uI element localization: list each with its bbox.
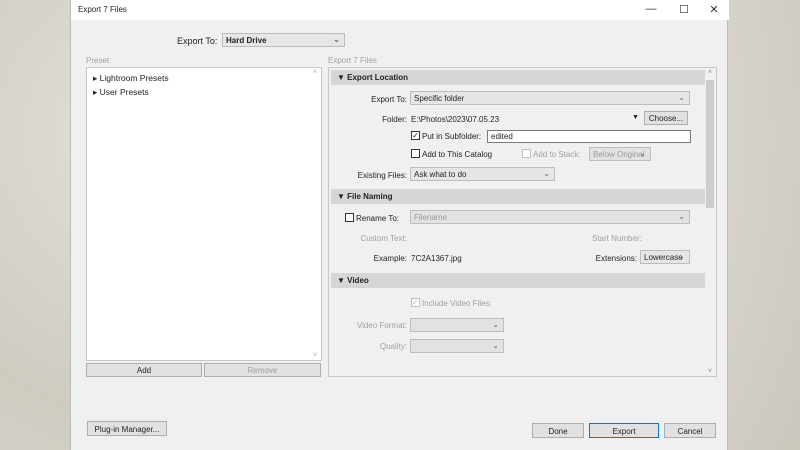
export-to-value: Hard Drive bbox=[226, 36, 267, 45]
chevron-down-icon: ⌄ bbox=[543, 169, 550, 178]
extensions-dropdown[interactable]: Lowercase ⌄ bbox=[640, 250, 690, 264]
dropdown-value: Below Original bbox=[593, 150, 645, 159]
dropdown-value: Ask what to do bbox=[414, 170, 467, 179]
video-format-label: Video Format: bbox=[356, 321, 407, 330]
custom-text-label: Custom Text: bbox=[360, 234, 407, 243]
chevron-down-icon: ⌄ bbox=[678, 252, 685, 261]
quality-label: Quality: bbox=[379, 342, 407, 351]
folder-history-icon[interactable]: ▼ bbox=[632, 114, 639, 121]
example-label: Example: bbox=[373, 254, 407, 263]
export-dialog: Export 7 Files — ☐ ✕ Export To: Hard Dri… bbox=[70, 0, 729, 450]
folder-path: E:\Photos\2023\07.05.23 bbox=[411, 115, 500, 124]
chevron-down-icon: ⌄ bbox=[678, 212, 685, 221]
location-export-to-dropdown[interactable]: Specific folder ⌄ bbox=[410, 91, 690, 105]
preset-item-label: User Presets bbox=[99, 87, 149, 97]
video-header[interactable]: ▼ Video bbox=[331, 273, 705, 288]
preset-label: Preset: bbox=[86, 56, 112, 65]
video-format-dropdown[interactable]: ⌄ bbox=[410, 318, 504, 332]
export-to-dropdown[interactable]: Hard Drive ⌄ bbox=[222, 33, 345, 47]
dialog-title: Export 7 Files bbox=[78, 5, 127, 14]
remove-preset-button[interactable]: Remove bbox=[204, 363, 321, 377]
rename-label: Rename To: bbox=[356, 214, 399, 223]
preset-item-label: Lightroom Presets bbox=[99, 73, 169, 83]
include-video-label: Include Video Files: bbox=[422, 299, 492, 308]
rename-dropdown[interactable]: Filename ⌄ bbox=[410, 210, 690, 224]
choose-folder-button[interactable]: Choose... bbox=[644, 111, 688, 125]
done-button[interactable]: Done bbox=[532, 423, 584, 438]
add-catalog-checkbox[interactable] bbox=[411, 149, 420, 158]
stack-dropdown[interactable]: Below Original ⌄ bbox=[589, 147, 651, 161]
quality-dropdown[interactable]: ⌄ bbox=[410, 339, 504, 353]
rename-checkbox[interactable] bbox=[345, 213, 354, 222]
example-value: 7C2A1367.jpg bbox=[411, 254, 462, 263]
extensions-label: Extensions: bbox=[595, 254, 637, 263]
chevron-down-icon: ⌄ bbox=[492, 320, 499, 329]
add-catalog-label: Add to This Catalog bbox=[422, 150, 493, 159]
cancel-button[interactable]: Cancel bbox=[664, 423, 716, 438]
chevron-down-icon: ⌄ bbox=[492, 341, 499, 350]
scrollbar-thumb[interactable] bbox=[706, 80, 714, 208]
minimize-button[interactable]: — bbox=[641, 3, 661, 15]
export-button[interactable]: Export bbox=[589, 423, 659, 438]
export-to-label: Export To: bbox=[177, 36, 218, 46]
section-title: Export Location bbox=[347, 73, 409, 82]
add-preset-button[interactable]: Add bbox=[86, 363, 202, 377]
settings-scrollbar[interactable]: ˄ ˅ bbox=[705, 69, 715, 375]
preset-list[interactable]: ▸ Lightroom Presets ▸ User Presets ˄ ˅ bbox=[86, 67, 322, 361]
section-title: File Naming bbox=[347, 192, 393, 201]
maximize-button[interactable]: ☐ bbox=[674, 3, 694, 16]
chevron-down-icon: ⌄ bbox=[678, 93, 685, 102]
add-stack-label: Add to Stack: bbox=[533, 150, 581, 159]
subfolder-label: Put in Subfolder: bbox=[422, 132, 482, 141]
add-stack-checkbox[interactable] bbox=[522, 149, 531, 158]
preset-scrollbar[interactable]: ˄ ˅ bbox=[310, 69, 320, 359]
export-settings-panel: ˄ ˅ ▼ Export Location Export To: Specific… bbox=[328, 67, 717, 377]
title-bar bbox=[71, 0, 729, 20]
location-export-to-label: Export To: bbox=[371, 95, 407, 104]
file-naming-header[interactable]: ▼ File Naming bbox=[331, 189, 705, 204]
chevron-down-icon: ⌄ bbox=[333, 35, 340, 44]
dropdown-value: Specific folder bbox=[414, 94, 465, 103]
start-number-label: Start Number: bbox=[592, 234, 642, 243]
plugin-manager-button[interactable]: Plug-in Manager... bbox=[87, 421, 167, 436]
folder-label: Folder: bbox=[382, 115, 407, 124]
export-files-label: Export 7 Files bbox=[328, 56, 377, 65]
preset-item-user[interactable]: ▸ User Presets bbox=[93, 87, 149, 98]
dropdown-value: Lowercase bbox=[644, 253, 683, 262]
subfolder-checkbox[interactable]: ✓ bbox=[411, 131, 420, 140]
existing-files-label: Existing Files: bbox=[357, 171, 407, 180]
export-location-header[interactable]: ▼ Export Location bbox=[331, 70, 705, 85]
section-title: Video bbox=[347, 276, 369, 285]
existing-files-dropdown[interactable]: Ask what to do ⌄ bbox=[410, 167, 555, 181]
chevron-down-icon: ⌄ bbox=[639, 149, 646, 158]
close-button[interactable]: ✕ bbox=[704, 3, 724, 16]
include-video-checkbox[interactable]: ✓ bbox=[411, 298, 420, 307]
preset-item-lightroom[interactable]: ▸ Lightroom Presets bbox=[93, 73, 169, 84]
dropdown-value: Filename bbox=[414, 213, 447, 222]
subfolder-input[interactable]: edited bbox=[487, 130, 691, 143]
